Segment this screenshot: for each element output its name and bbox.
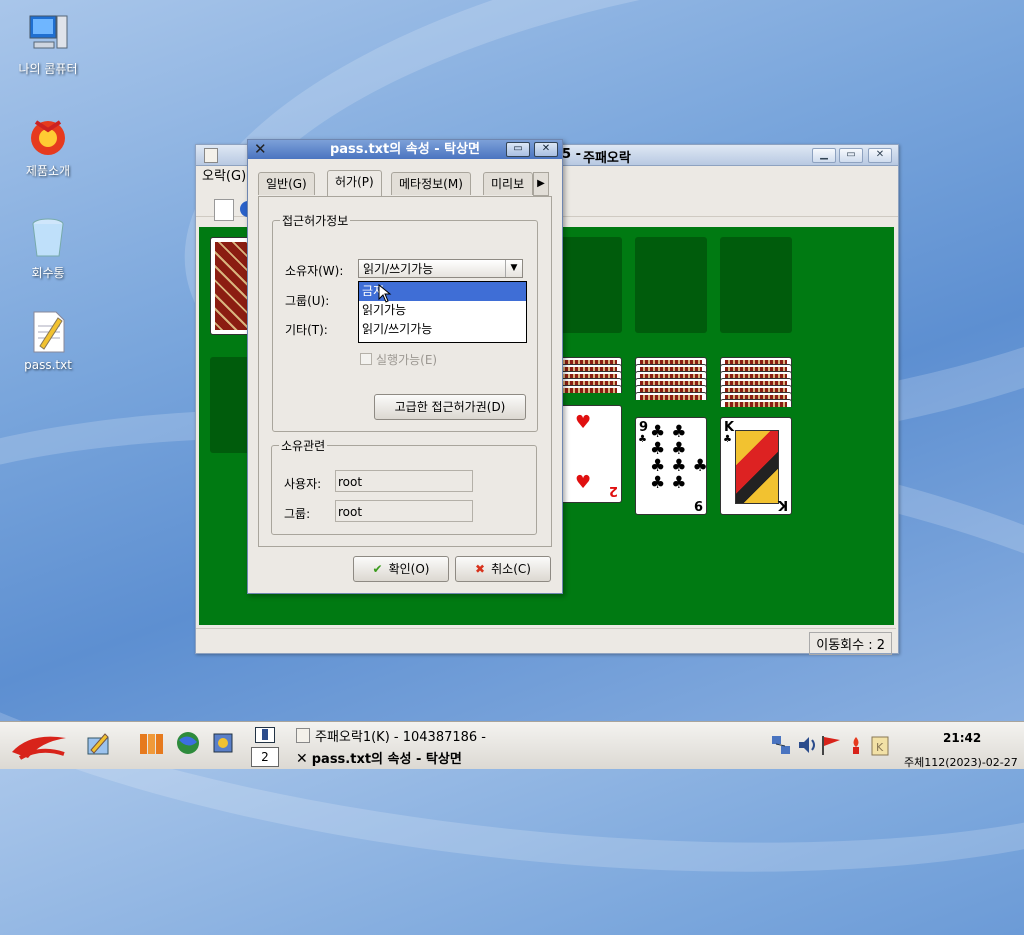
dialog-maximize-button[interactable]: ▭ bbox=[506, 142, 530, 157]
browser-launcher-icon[interactable] bbox=[175, 730, 201, 756]
user-field: root bbox=[335, 470, 473, 492]
desktop-icon-label: 나의 콤퓨터 bbox=[18, 62, 78, 76]
dropdown-option-read-write[interactable]: 읽기/쓰기가능 bbox=[359, 320, 526, 339]
foundation-slot[interactable] bbox=[635, 237, 707, 333]
card-nine-clubs[interactable]: 9 ♣ ♣♣ ♣♣ ♣♣♣ ♣♣ 9 bbox=[635, 417, 714, 515]
card-rank: 9 bbox=[693, 497, 703, 512]
clock-time[interactable]: 21:42 bbox=[943, 731, 981, 745]
text-file-icon bbox=[26, 310, 70, 354]
minimize-button[interactable]: ▁ bbox=[812, 148, 836, 163]
cancel-button[interactable]: ✖ 취소(C) bbox=[455, 556, 551, 582]
club-pips: ♣♣ ♣♣ ♣♣♣ ♣♣ bbox=[650, 422, 714, 493]
owner-permission-value: 읽기/쓰기가능 bbox=[363, 262, 434, 276]
product-icon bbox=[26, 114, 70, 158]
owner-permission-select[interactable]: 읽기/쓰기가능 ▼ bbox=[358, 259, 523, 278]
new-game-icon[interactable] bbox=[214, 199, 234, 221]
svg-text:K: K bbox=[876, 741, 884, 754]
tab-metadata[interactable]: 메타정보(M) bbox=[391, 172, 471, 195]
tab-preview[interactable]: 미리보 bbox=[483, 172, 533, 195]
flag-icon[interactable] bbox=[820, 734, 842, 756]
cancel-button-label: 취소(C) bbox=[491, 562, 531, 576]
dialog-titlebar[interactable]: ✕ pass.txt의 속성 - 탁상면 ▭ ✕ bbox=[248, 140, 562, 159]
desktop-icon-computer[interactable]: 나의 콤퓨터 bbox=[3, 12, 93, 77]
torch-icon[interactable] bbox=[845, 734, 867, 756]
workspace-pager-2[interactable]: 2 bbox=[251, 747, 279, 767]
properties-dialog: ✕ pass.txt의 속성 - 탁상면 ▭ ✕ 일반(G) 허가(P) 메타정… bbox=[247, 139, 563, 594]
heart-suit-icon: ♥ bbox=[575, 472, 592, 493]
king-face-icon bbox=[735, 430, 779, 504]
desktop-icon-label: pass.txt bbox=[24, 358, 72, 372]
access-group-label: 접근허가정보 bbox=[280, 212, 351, 229]
file-manager-launcher-icon[interactable] bbox=[138, 730, 164, 756]
tableau-slot[interactable] bbox=[210, 357, 250, 453]
editor-launcher-icon[interactable] bbox=[85, 730, 111, 756]
desktop-icon-pass-txt[interactable]: pass.txt bbox=[3, 310, 93, 372]
heart-suit-icon: ♥ bbox=[575, 412, 592, 433]
task-label: pass.txt의 속성 - 탁상면 bbox=[311, 752, 462, 767]
card-rank: K bbox=[724, 420, 735, 435]
window-title: 주패오락 bbox=[583, 151, 631, 166]
check-icon: ✔ bbox=[372, 562, 383, 576]
chevron-down-icon: ▼ bbox=[505, 260, 522, 277]
network-icon[interactable] bbox=[770, 734, 792, 756]
app-icon bbox=[296, 728, 310, 743]
foundation-slot[interactable] bbox=[720, 237, 792, 333]
ok-button-label: 확인(O) bbox=[388, 562, 430, 576]
executable-checkbox[interactable]: 실행가능(E) bbox=[360, 351, 437, 368]
x-logo-icon: ✕ bbox=[296, 751, 308, 767]
user-label: 사용자: bbox=[284, 477, 322, 491]
card-rank: 9 bbox=[639, 420, 649, 435]
executable-label: 실행가능(E) bbox=[376, 353, 438, 367]
move-count: 이동회수 : 2 bbox=[809, 632, 892, 655]
menu-game[interactable]: 오락(G) bbox=[202, 169, 246, 184]
desktop-icon-trash[interactable]: 회수통 bbox=[3, 216, 93, 281]
computer-icon bbox=[26, 12, 70, 56]
other-label: 기타(T): bbox=[285, 323, 328, 337]
tab-general[interactable]: 일반(G) bbox=[258, 172, 315, 195]
ownership-group-label: 소유관련 bbox=[279, 437, 328, 454]
start-menu-icon[interactable] bbox=[10, 728, 68, 764]
volume-icon[interactable] bbox=[796, 734, 818, 756]
group-field: root bbox=[335, 500, 473, 522]
mouse-cursor-icon bbox=[378, 284, 392, 303]
ok-button[interactable]: ✔ 확인(O) bbox=[353, 556, 449, 582]
task-label: 주패오락1(K) - 104387186 - bbox=[315, 730, 486, 745]
workspace-pager-1[interactable] bbox=[255, 727, 275, 743]
advanced-permissions-button[interactable]: 고급한 접근허가권(D) bbox=[374, 394, 526, 420]
group-field-label: 그룹: bbox=[284, 507, 311, 521]
card-back-edge bbox=[720, 399, 792, 407]
group-label: 그룹(U): bbox=[285, 294, 330, 308]
card-rank: K bbox=[777, 497, 788, 512]
close-button[interactable]: ✕ bbox=[868, 148, 892, 163]
card-back-edge bbox=[635, 392, 707, 400]
card-rank: 2 bbox=[608, 483, 618, 498]
desktop-icon-label: 회수통 bbox=[31, 266, 65, 280]
task-properties[interactable]: ✕ pass.txt의 속성 - 탁상면 bbox=[296, 748, 462, 767]
status-bar: 이동회수 : 2 bbox=[196, 628, 896, 655]
maximize-button[interactable]: ▭ bbox=[839, 148, 863, 163]
checkbox-box bbox=[360, 353, 372, 365]
dialog-title: pass.txt의 속성 - 탁상면 bbox=[329, 142, 481, 157]
app-icon bbox=[204, 148, 218, 163]
card-king-clubs[interactable]: K ♣ K bbox=[720, 417, 792, 515]
clipboard-icon[interactable]: K bbox=[869, 734, 891, 756]
workspace-pager-window bbox=[262, 729, 268, 740]
task-solitaire[interactable]: 주패오락1(K) - 104387186 - bbox=[296, 726, 486, 745]
trash-icon bbox=[26, 216, 70, 260]
club-suit-icon: ♣ bbox=[638, 434, 647, 445]
desktop-icon-product[interactable]: 제품소개 bbox=[3, 114, 93, 179]
desktop-icon-label: 제품소개 bbox=[25, 164, 71, 178]
dialog-close-button[interactable]: ✕ bbox=[534, 142, 558, 157]
media-launcher-icon[interactable] bbox=[210, 730, 236, 756]
taskbar: 2 주패오락1(K) - 104387186 - ✕ pass.txt의 속성 -… bbox=[0, 721, 1024, 769]
cancel-x-icon: ✖ bbox=[475, 562, 486, 576]
x-logo-icon: ✕ bbox=[254, 140, 267, 158]
club-suit-icon: ♣ bbox=[723, 434, 732, 445]
tab-permissions[interactable]: 허가(P) bbox=[327, 170, 382, 196]
owner-label: 소유자(W): bbox=[285, 264, 344, 278]
tab-scroll-right-icon[interactable]: ▶ bbox=[533, 172, 549, 196]
window-title-prefix: 5 - bbox=[562, 147, 581, 162]
